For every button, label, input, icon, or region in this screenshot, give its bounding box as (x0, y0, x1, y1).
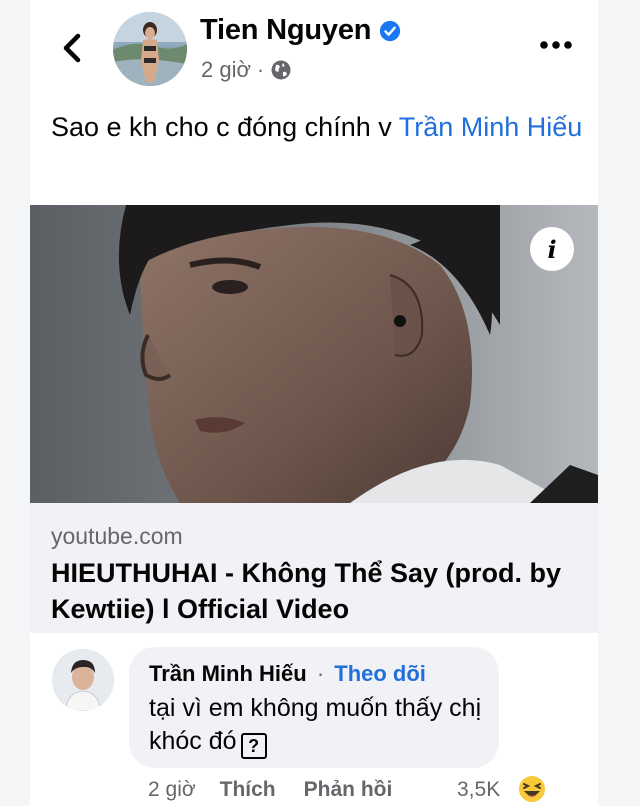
link-preview[interactable]: i youtube.com HIEUTHUHAI - Không Thể Say… (30, 205, 598, 633)
follow-button[interactable]: Theo dõi (334, 661, 426, 686)
link-domain: youtube.com (51, 523, 183, 549)
link-title[interactable]: HIEUTHUHAI - Không Thể Say (prod. by Kew… (51, 555, 591, 627)
comment-text: tại vì em không muốn thấy chị khóc đó? (149, 692, 489, 759)
comment-bubble: Trần Minh Hiếu · Theo dõi tại vì em khôn… (129, 647, 499, 768)
post-body: Sao e kh cho c đóng chính v (51, 112, 399, 142)
info-button[interactable]: i (530, 227, 574, 271)
comment-section: Trần Minh Hiếu · Theo dõi tại vì em khôn… (30, 633, 598, 806)
author-row: Tien Nguyen (200, 14, 401, 47)
globe-icon (271, 60, 291, 80)
chevron-left-icon (63, 33, 81, 63)
comment-time[interactable]: 2 giờ (148, 778, 196, 802)
reply-button[interactable]: Phản hồi (304, 778, 393, 802)
commenter-name[interactable]: Trần Minh Hiếu (149, 661, 307, 686)
haha-reaction-icon[interactable] (517, 774, 547, 804)
post-time[interactable]: 2 giờ (201, 57, 251, 83)
verified-badge-icon (380, 20, 401, 41)
commenter-avatar[interactable] (52, 649, 114, 711)
info-icon: i (547, 234, 557, 264)
post-text: Sao e kh cho c đóng chính v Trần Minh Hi… (51, 108, 591, 147)
comment-separator: · (316, 661, 325, 686)
meta-separator: · (256, 57, 265, 82)
post-card: Tien Nguyen 2 giờ · Sao e kh cho c đóng … (30, 0, 598, 806)
unknown-glyph-icon: ? (240, 733, 267, 759)
more-options-button[interactable] (536, 30, 576, 60)
back-button[interactable] (55, 28, 89, 68)
more-horizontal-icon (540, 41, 572, 49)
mention-link[interactable]: Trần Minh Hiếu (399, 112, 583, 142)
post-meta: 2 giờ · (201, 57, 292, 83)
comment-body: tại vì em không muốn thấy chị khóc đó (149, 694, 482, 755)
like-button[interactable]: Thích (220, 778, 276, 802)
video-thumbnail[interactable]: i (30, 205, 598, 503)
reaction-count[interactable]: 3,5K (457, 778, 500, 802)
author-avatar[interactable] (113, 12, 187, 86)
post-header: Tien Nguyen 2 giờ · (30, 0, 598, 100)
comment-actions: 2 giờ Thích Phản hồi (148, 778, 392, 802)
comment-header: Trần Minh Hiếu · Theo dõi (149, 661, 426, 687)
author-name[interactable]: Tien Nguyen (200, 14, 371, 47)
